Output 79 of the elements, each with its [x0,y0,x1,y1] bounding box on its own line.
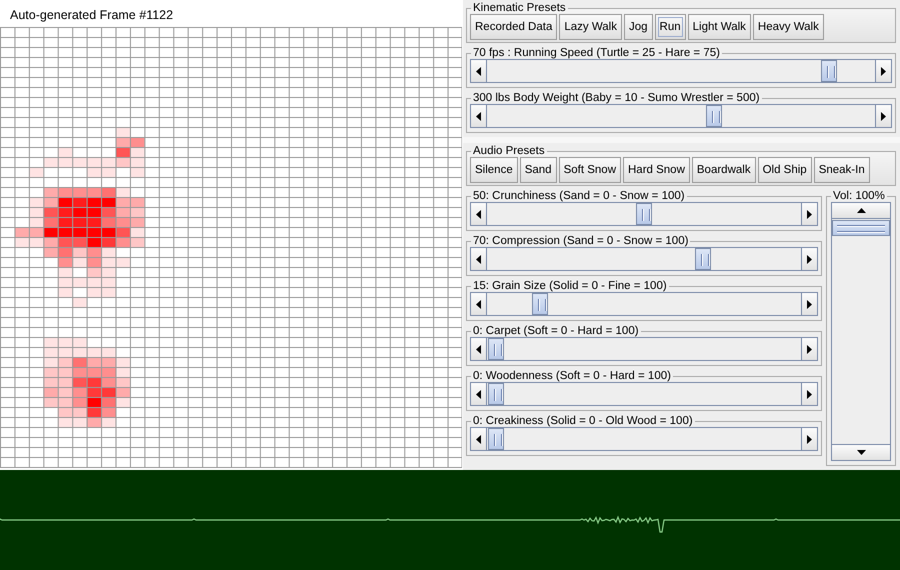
scrollbar[interactable] [470,202,818,226]
scroll-right-button[interactable] [801,248,817,270]
scroll-left-button[interactable] [471,248,487,270]
left-arrow-icon [476,300,481,308]
up-arrow-icon [856,208,866,213]
right-arrow-icon [881,66,886,76]
right-arrow-icon [807,254,812,264]
scroll-left-button[interactable] [471,428,487,450]
volume-scrollbar[interactable] [831,202,891,461]
scroll-right-button[interactable] [801,428,817,450]
right-arrow-icon [807,434,812,444]
preset-button[interactable]: Boardwalk [692,157,756,183]
left-arrow-icon [476,390,481,398]
volume-label: Vol: 100% [832,190,886,202]
scroll-right-button[interactable] [875,60,891,82]
slider-label: 300 lbs Body Weight (Baby = 10 - Sumo Wrestler = 500) [472,92,761,104]
left-arrow-icon [476,112,481,120]
slider-label: 70 fps : Running Speed (Turtle = 25 - Hare = 75) [472,47,721,59]
slider-thumb[interactable] [488,383,504,405]
scrollbar[interactable] [470,104,892,128]
preset-button[interactable]: Sand [520,157,557,183]
scroll-right-button[interactable] [801,338,817,360]
scrollbar[interactable] [470,247,818,271]
preset-button[interactable]: Sneak-In [814,157,870,183]
scroll-up-button[interactable] [832,203,890,219]
slider-thumb[interactable] [695,248,712,270]
slider-thumb[interactable] [532,293,548,315]
slider-thumb[interactable] [636,203,652,225]
slider-label: 70: Compression (Sand = 0 - Snow = 100) [472,235,690,247]
slider-thumb[interactable] [488,428,504,450]
left-arrow-icon [476,434,481,444]
slider-thumb[interactable] [706,105,722,127]
preset-button[interactable]: Silence [470,157,518,183]
group-title: Audio Presets [472,145,546,157]
down-arrow-icon [856,450,866,455]
slider-thumb[interactable] [821,60,837,82]
scroll-left-button[interactable] [471,383,487,405]
frame-title: Auto-generated Frame #1122 [9,7,174,24]
scrollbar[interactable] [470,382,818,406]
scrollbar[interactable] [470,292,818,316]
left-arrow-icon [476,254,481,264]
slider-thumb[interactable] [488,338,504,360]
preset-button[interactable]: Heavy Walk [752,14,824,40]
scroll-left-button[interactable] [471,338,487,360]
scroll-left-button[interactable] [471,203,487,225]
scrollbar[interactable] [470,337,818,361]
right-arrow-icon [881,112,886,120]
right-arrow-icon [807,300,812,308]
scrollbar[interactable] [470,59,892,83]
preset-button[interactable]: Soft Snow [558,157,621,183]
scroll-left-button[interactable] [471,60,487,82]
scroll-down-button[interactable] [832,444,890,460]
right-arrow-icon [807,390,812,398]
scrollbar[interactable] [470,427,818,451]
right-arrow-icon [807,210,812,218]
slider-label: 15: Grain Size (Solid = 0 - Fine = 100) [472,280,668,292]
left-arrow-icon [476,66,481,76]
preset-button[interactable]: Recorded Data [470,14,558,40]
left-arrow-icon [476,210,481,218]
preset-button[interactable]: Lazy Walk [559,14,622,40]
scroll-right-button[interactable] [801,293,817,315]
slider-label: 0: Carpet (Soft = 0 - Hard = 100) [472,325,640,337]
preset-button[interactable]: Run [654,14,686,40]
scroll-right-button[interactable] [875,105,891,127]
group-title: Kinematic Presets [472,2,567,14]
preset-button[interactable]: Jog [624,14,653,40]
left-arrow-icon [476,344,481,354]
scroll-right-button[interactable] [801,203,817,225]
right-arrow-icon [807,344,812,354]
preset-button[interactable]: Old Ship [758,157,812,183]
volume-thumb[interactable] [832,220,890,236]
slider-label: 50: Crunchiness (Sand = 0 - Snow = 100) [472,190,686,202]
slider-label: 0: Creakiness (Solid = 0 - Old Wood = 100) [472,415,694,427]
preset-button[interactable]: Light Walk [688,14,751,40]
scroll-left-button[interactable] [471,105,487,127]
scroll-right-button[interactable] [801,383,817,405]
preset-button[interactable]: Hard Snow [623,157,690,183]
slider-label: 0: Woodenness (Soft = 0 - Hard = 100) [472,370,672,382]
scroll-left-button[interactable] [471,293,487,315]
